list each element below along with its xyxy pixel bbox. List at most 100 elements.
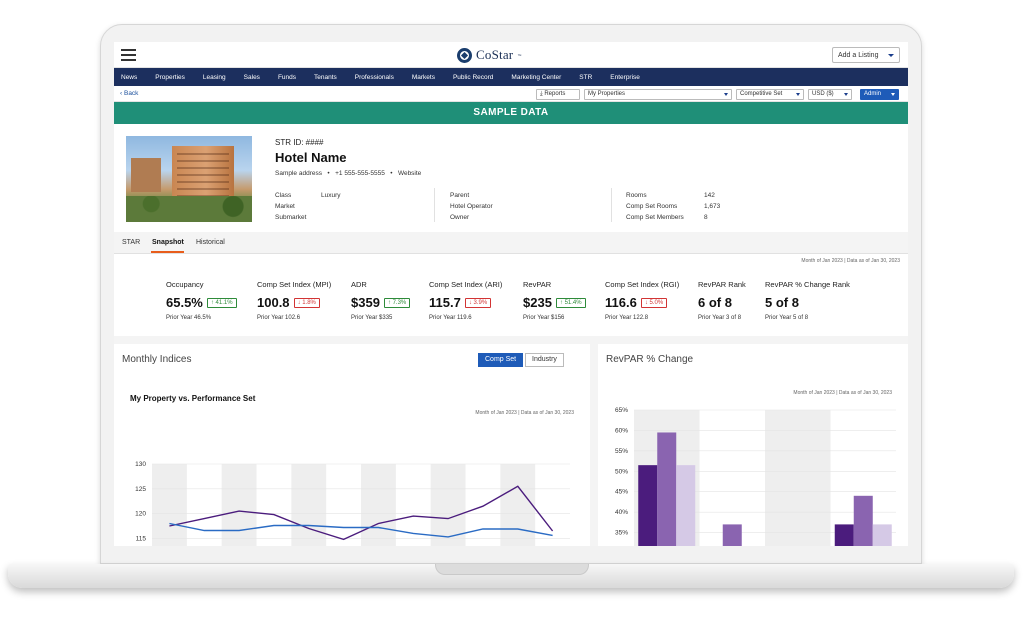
bullet-separator: •	[386, 170, 397, 177]
chevron-down-icon	[724, 93, 728, 96]
kpi-mpi: Comp Set Index (MPI) 100.8 ↓ 1.8% Prior Y…	[257, 280, 331, 321]
nav-item-sales[interactable]: Sales	[244, 74, 260, 81]
grid-band	[152, 464, 187, 546]
currency-select[interactable]: USD ($)	[808, 89, 852, 100]
kpi-change-badge: ↓ 1.8%	[293, 297, 320, 308]
add-listing-dropdown[interactable]: Add a Listing	[832, 47, 900, 63]
tab-snapshot[interactable]: Snapshot	[152, 239, 184, 246]
kpi-value: $359	[351, 295, 380, 310]
kpi-label: Comp Set Index (RGI)	[605, 280, 680, 289]
top-bar: CoStar ™ Add a Listing	[114, 42, 908, 68]
chevron-down-icon	[888, 54, 894, 57]
competitive-set-select[interactable]: Competitive Set	[736, 89, 804, 100]
brand-name: CoStar	[476, 47, 514, 62]
my-properties-select[interactable]: My Properties	[584, 89, 732, 100]
kpi-value: 5 of 8	[765, 295, 799, 310]
class-value: Luxury	[321, 192, 341, 199]
kpi-occupancy: Occupancy 65.5% ↑ 41.1% Prior Year 46.5%	[166, 280, 237, 321]
grid-band	[361, 464, 396, 546]
hamburger-menu-icon[interactable]	[121, 49, 136, 61]
kpi-prior-year: Prior Year 5 of 8	[765, 315, 809, 321]
market-row: Market	[275, 201, 295, 212]
brand-trademark: ™	[517, 52, 522, 58]
operator-row: Hotel Operator	[450, 201, 493, 212]
bar	[657, 432, 677, 546]
comp-members-label: Comp Set Members	[626, 214, 684, 221]
app-screen: CoStar ™ Add a Listing News Properties Le…	[114, 42, 908, 546]
kpi-change-badge: ↓ 5.0%	[640, 297, 668, 308]
bar	[872, 524, 892, 546]
tab-bar: STAR Snapshot Historical	[114, 232, 908, 254]
kpi-value: 65.5%	[166, 295, 203, 310]
y-tick-label: 60%	[615, 427, 628, 434]
kpi-label: Comp Set Index (MPI)	[257, 280, 332, 289]
nav-item-markets[interactable]: Markets	[412, 74, 435, 81]
kpi-change-badge: ↑ 7.3%	[383, 297, 411, 308]
nav-item-funds[interactable]: Funds	[278, 74, 296, 81]
kpi-card: Month of Jan 2023 | Data as of Jan 30, 2…	[114, 254, 908, 336]
kpi-prior-year: Prior Year 102.6	[257, 315, 301, 321]
bar	[853, 495, 873, 546]
nav-item-str[interactable]: STR	[579, 74, 592, 81]
nav-item-professionals[interactable]: Professionals	[355, 74, 394, 81]
kpi-revpar: RevPAR $235 ↑ 51.4% Prior Year $156	[523, 280, 586, 321]
kpi-value: 100.8	[257, 295, 290, 310]
kpi-revpar-rank: RevPAR Rank 6 of 8 Prior Year 3 of 8	[698, 280, 746, 321]
bar	[722, 524, 742, 546]
divider	[434, 188, 435, 222]
kpi-change-badge: ↓ 3.9%	[464, 297, 492, 308]
back-link[interactable]: ‹ Back	[120, 90, 138, 97]
grid-band	[500, 464, 536, 546]
competitive-set-value: Competitive Set	[740, 91, 783, 97]
y-tick-label: 40%	[615, 509, 628, 516]
add-listing-label: Add a Listing	[838, 51, 879, 59]
kpi-ari: Comp Set Index (ARI) 115.7 ↓ 3.9% Prior Y…	[429, 280, 502, 321]
admin-button[interactable]: Admin	[860, 89, 899, 100]
nav-item-enterprise[interactable]: Enterprise	[610, 74, 640, 81]
y-tick-label: 65%	[615, 407, 628, 414]
nav-item-tenants[interactable]: Tenants	[314, 74, 337, 81]
kpi-value: 115.7	[429, 295, 461, 310]
str-id: STR ID: ####	[275, 138, 324, 147]
nav-item-leasing[interactable]: Leasing	[203, 74, 226, 81]
parent-label: Parent	[450, 192, 470, 199]
sub-toolbar: ‹ Back ⤓ Reports My Properties Competiti…	[114, 86, 908, 102]
my-properties-value: My Properties	[588, 91, 626, 97]
y-tick-label: 125	[135, 486, 146, 493]
nav-item-marketing-center[interactable]: Marketing Center	[511, 74, 561, 81]
bar	[676, 465, 696, 546]
grid-band	[221, 464, 257, 546]
hotel-address: Sample address	[275, 170, 322, 177]
nav-item-public-record[interactable]: Public Record	[453, 74, 493, 81]
kpi-label: RevPAR % Change Rank	[765, 280, 850, 289]
nav-item-news[interactable]: News	[121, 74, 137, 81]
active-tab-indicator	[151, 251, 184, 253]
kpi-prior-year: Prior Year 3 of 8	[698, 315, 742, 321]
brand-logo[interactable]: CoStar ™	[457, 47, 521, 63]
chevron-down-icon	[844, 93, 848, 96]
class-label: Class	[275, 192, 292, 199]
reports-label: Reports	[544, 91, 566, 97]
kpi-value: 6 of 8	[698, 295, 732, 310]
submarket-label: Submarket	[275, 214, 307, 221]
kpi-value: $235	[523, 295, 552, 310]
market-label: Market	[275, 203, 295, 210]
revpar-change-panel: RevPAR % Change Month of Jan 2023 | Data…	[598, 344, 908, 546]
chevron-down-icon	[891, 93, 895, 96]
comp-members-value: 8	[704, 214, 708, 221]
kpi-as-of: Month of Jan 2023 | Data as of Jan 30, 2…	[801, 258, 900, 264]
nav-item-properties[interactable]: Properties	[155, 74, 185, 81]
currency-value: USD ($)	[812, 91, 834, 97]
hotel-website-link[interactable]: Website	[398, 170, 421, 177]
chevron-down-icon	[796, 93, 800, 96]
comp-members-row: Comp Set Members 8	[626, 212, 708, 223]
operator-label: Hotel Operator	[450, 203, 493, 210]
reports-button[interactable]: ⤓ Reports	[536, 89, 580, 100]
bullet-separator: •	[323, 170, 334, 177]
kpi-change-badge: ↑ 41.1%	[206, 297, 237, 308]
rooms-row: Rooms 142	[626, 190, 715, 201]
tab-star[interactable]: STAR	[122, 239, 140, 246]
y-tick-label: 50%	[615, 468, 628, 475]
laptop-notch	[435, 564, 589, 575]
tab-historical[interactable]: Historical	[196, 239, 225, 246]
